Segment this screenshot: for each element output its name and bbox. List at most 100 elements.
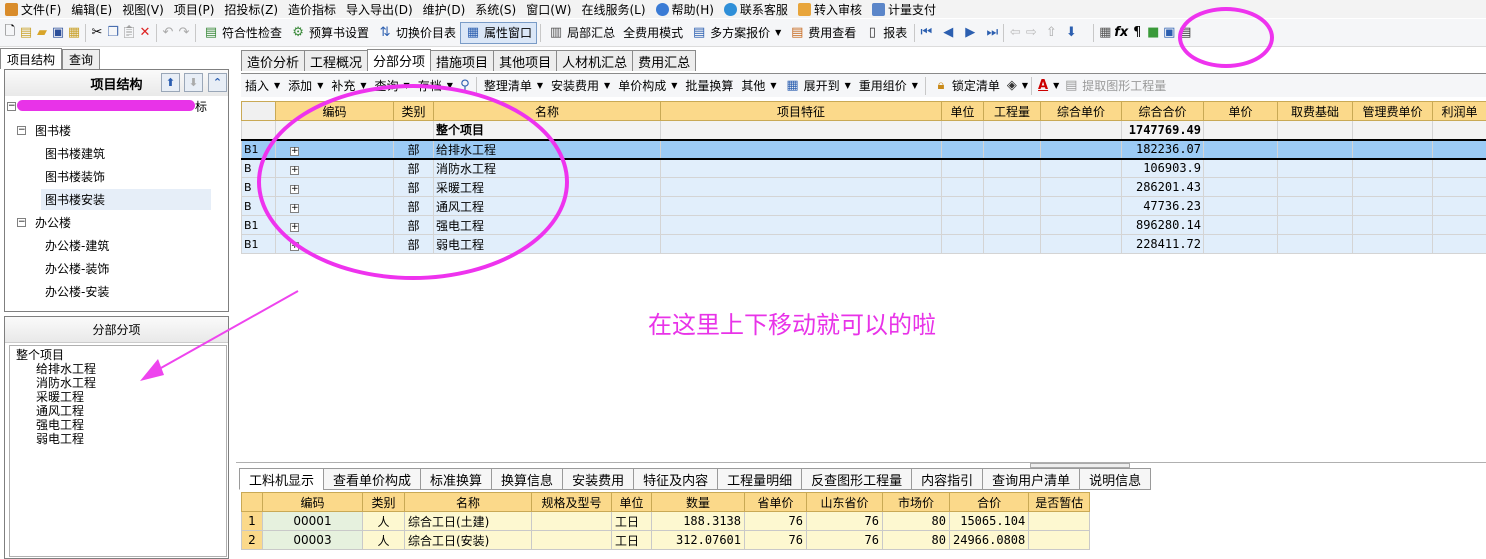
cell[interactable] [941,138,984,160]
cell[interactable] [1040,196,1122,216]
tab-description[interactable]: 说明信息 [1079,468,1152,490]
cell[interactable] [1352,138,1433,160]
tab-fee-summary[interactable]: 费用汇总 [632,50,697,71]
menu-online[interactable]: 在线服务(L) [576,1,650,18]
tab-standard-convert[interactable]: 标准换算 [420,468,493,490]
tree-leaf[interactable]: 办公楼-装饰 [45,260,109,277]
redo-icon[interactable]: ↷ [176,25,192,41]
menu-help[interactable]: 帮助(H) [651,1,719,18]
tab-material-summary[interactable]: 人材机汇总 [556,50,634,71]
column-header[interactable]: 编码 [262,492,363,512]
tab-reverse-graphic[interactable]: 反查图形工程量 [801,468,913,490]
next-record-icon[interactable]: ▶ [962,25,978,41]
unit-cell[interactable]: 工日 [611,511,652,531]
cell[interactable] [1432,234,1486,254]
collapse-toggle[interactable]: − [7,102,16,111]
amount-cell[interactable]: 106903.9 [1121,158,1204,178]
cell[interactable] [983,177,1041,197]
total-cell[interactable]: 24966.0808 [948,530,1030,550]
cell[interactable] [1352,215,1433,235]
menu-maintain[interactable]: 维护(D) [418,1,471,18]
menu-bidding[interactable]: 招投标(Z) [219,1,283,18]
cell[interactable] [1203,215,1278,235]
code-cell[interactable]: 00003 [262,530,363,550]
cell[interactable] [1277,138,1353,160]
amount-cell[interactable]: 896280.14 [1121,215,1204,235]
cell[interactable] [1203,177,1278,197]
column-header[interactable]: 项目特征 [660,101,942,121]
column-header[interactable]: 单位 [941,101,984,121]
switch-price-list-button[interactable]: ⇅ 切换价目表 [373,22,460,44]
delete-icon[interactable]: ✕ [137,25,153,41]
column-header[interactable]: 管理费单价 [1352,101,1433,121]
cell[interactable] [941,196,984,216]
price-cell[interactable]: 76 [744,530,807,550]
prev-record-icon[interactable]: ◀ [940,25,956,41]
provisional-cell[interactable] [1028,530,1091,550]
cell[interactable] [1432,120,1486,140]
cell[interactable] [1432,215,1486,235]
tree-leaf[interactable]: 图书楼装饰 [45,168,105,185]
cell[interactable] [1040,177,1122,197]
cell[interactable] [983,196,1041,216]
column-header[interactable]: 省单价 [744,492,807,512]
cell[interactable] [660,158,942,178]
tab-unit-price[interactable]: 查看单价构成 [323,468,422,490]
table-row[interactable]: 1 00001 人 综合工日(土建) 工日 188.3138 76 76 80 … [241,511,1091,531]
name-cell[interactable]: 综合工日(安装) [404,530,532,550]
quantity-cell[interactable]: 312.07601 [651,530,745,550]
price-cell[interactable]: 76 [744,511,807,531]
copy-icon[interactable]: ❐ [105,25,121,41]
cut-icon[interactable]: ✂ [89,25,105,41]
other-button[interactable]: 其他 ▼ [737,75,780,97]
tab-install-fee[interactable]: 安装费用 [562,468,635,490]
new-icon[interactable]: 🗋 [2,24,18,41]
cell[interactable] [941,120,984,140]
tree-leaf-selected[interactable]: 图书楼安装 [41,189,211,210]
cell[interactable] [1040,158,1122,178]
move-down-icon[interactable]: ⬇ [1063,25,1079,41]
collapse-button[interactable]: ⌃ [208,73,227,92]
full-cost-mode-button[interactable]: 全费用模式 [619,22,687,44]
cell[interactable] [1277,215,1353,235]
fenbu-root[interactable]: 整个项目 [16,348,64,362]
tab-content-guide[interactable]: 内容指引 [911,468,984,490]
menu-payment[interactable]: 计量支付 [867,1,941,18]
cell[interactable] [1040,215,1122,235]
tab-features[interactable]: 特征及内容 [633,468,719,490]
tree-leaf[interactable]: 办公楼-安装 [45,283,109,300]
save-all-icon[interactable]: ▦ [66,25,82,41]
column-header[interactable]: 类别 [362,492,405,512]
fenbu-item[interactable]: 通风工程 [36,404,84,418]
paragraph-icon[interactable]: ¶ [1129,25,1145,41]
cell[interactable] [660,120,942,140]
cell[interactable] [1432,196,1486,216]
tab-project-overview[interactable]: 工程概况 [304,50,369,71]
move-up-button[interactable]: ⬆ [161,73,180,92]
cell[interactable] [660,215,942,235]
menu-edit[interactable]: 编辑(E) [66,1,117,18]
cell[interactable] [1432,177,1486,197]
cell[interactable] [1432,158,1486,178]
menu-system[interactable]: 系统(S) [470,1,521,18]
tab-measures[interactable]: 措施项目 [430,50,495,71]
menu-cost-index[interactable]: 造价指标 [283,1,341,18]
amount-cell[interactable]: 286201.43 [1121,177,1204,197]
compliance-check-button[interactable]: ▤ 符合性检查 [199,22,286,44]
cell[interactable] [1277,158,1353,178]
partial-summary-button[interactable]: ▥ 局部汇总 [544,22,619,44]
cell[interactable] [660,138,942,160]
first-record-icon[interactable]: ⏮ [918,25,934,41]
quantity-cell[interactable]: 188.3138 [651,511,745,531]
cell[interactable] [660,177,942,197]
cell[interactable] [1040,138,1122,160]
tab-fenbu[interactable]: 分部分项 [367,49,432,71]
move-right-icon[interactable]: ⇨ [1023,25,1039,41]
cell[interactable] [660,196,942,216]
expand-to-button[interactable]: ▦ 展开到 ▼ [781,75,855,97]
tree-node-office[interactable]: 办公楼 [35,214,71,231]
tab-labor-material[interactable]: 工料机显示 [239,468,325,490]
unit-price-button[interactable]: 单价构成 ▼ [614,75,681,97]
fenbu-item[interactable]: 强电工程 [36,418,84,432]
last-record-icon[interactable]: ⏭ [984,25,1000,41]
